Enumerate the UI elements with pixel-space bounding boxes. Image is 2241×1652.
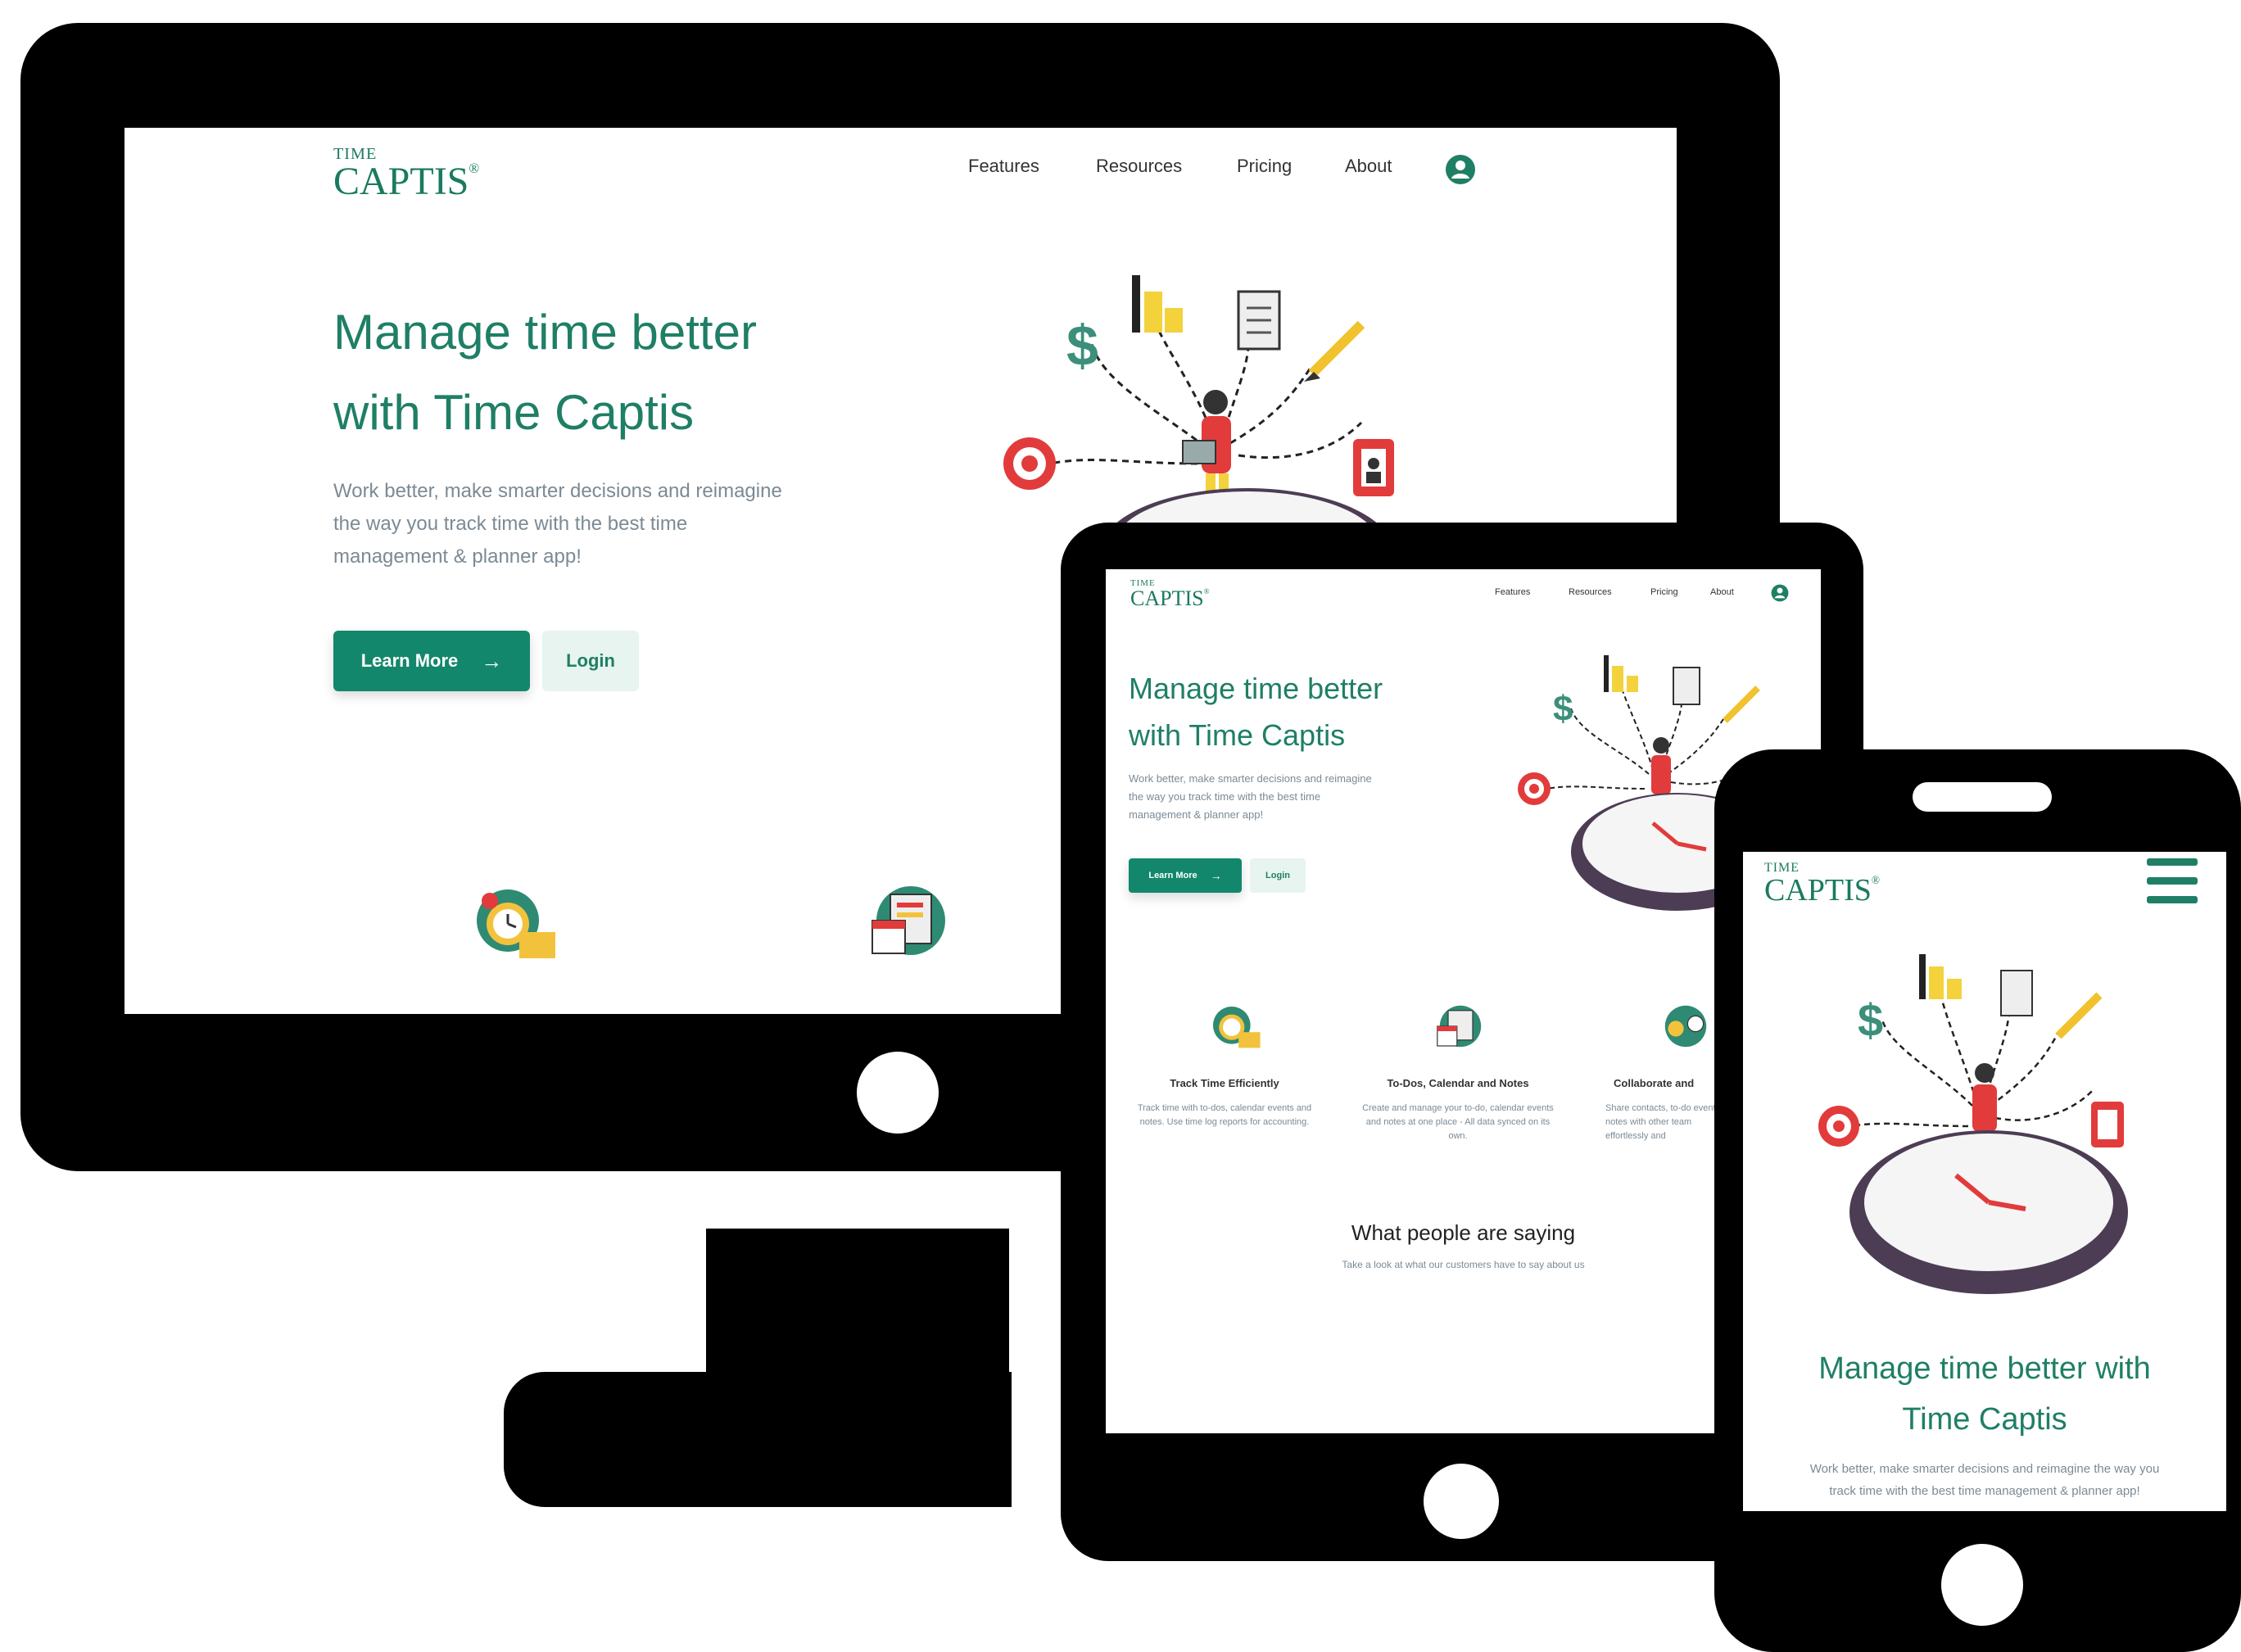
- user-circle-icon[interactable]: [1771, 584, 1789, 602]
- learn-more-button[interactable]: Learn More →: [1129, 858, 1242, 893]
- hero-subtitle-line3: management & planner app!: [333, 545, 582, 568]
- tablet-logo[interactable]: TIME CAPTIS®: [1130, 579, 1210, 609]
- feature-text-todos: Create and manage your to-do, calendar e…: [1362, 1103, 1554, 1141]
- dollar-icon: $: [1858, 994, 1883, 1046]
- logo-mark: ®: [1871, 873, 1881, 886]
- hero-subtitle-line3: management & planner app!: [1129, 808, 1264, 821]
- hero-subtitle-line1: Work better, make smarter decisions and …: [1129, 772, 1372, 785]
- logo-mark: ®: [469, 161, 480, 177]
- desktop-logo[interactable]: TIME CAPTIS®: [333, 146, 479, 201]
- dollar-icon: $: [1553, 689, 1573, 729]
- hero-title-line2: with Time Captis: [1129, 718, 1346, 752]
- arrow-right-icon: →: [1210, 869, 1222, 882]
- feature-title-track: Track Time Efficiently: [1170, 1077, 1279, 1089]
- hamburger-menu-icon[interactable]: [2147, 858, 2198, 904]
- monitor-power-button: [857, 1052, 939, 1134]
- logo-word: CAPTIS: [1764, 872, 1872, 907]
- calendar-notes-icon: [872, 886, 945, 955]
- feature-title-todos: To-Dos, Calendar and Notes: [1387, 1077, 1529, 1089]
- logo-word: CAPTIS: [1130, 586, 1204, 610]
- tablet-home-button: [1424, 1464, 1499, 1539]
- phone-hero-title-line2: Time Captis: [1902, 1402, 2067, 1437]
- nav-resources[interactable]: Resources: [1569, 587, 1612, 597]
- arrow-right-icon: →: [481, 648, 503, 673]
- phone-screen: TIME CAPTIS® $ Manage time better with T…: [1743, 852, 2226, 1511]
- login-button[interactable]: Login: [1250, 858, 1306, 893]
- monitor-stand-base: [504, 1372, 1012, 1507]
- nav-about[interactable]: About: [1345, 156, 1392, 177]
- phone-home-button: [1941, 1544, 2023, 1626]
- clock-folder-icon: [1213, 1007, 1261, 1048]
- feature-text-track: Track time with to-dos, calendar events …: [1137, 1103, 1312, 1127]
- hero-title-line1: Manage time better: [1129, 672, 1383, 705]
- user-circle-icon[interactable]: [1445, 154, 1476, 185]
- hero-illustration: $: [1818, 954, 2128, 1294]
- logo-big-text: CAPTIS®: [333, 160, 480, 204]
- nav-pricing[interactable]: Pricing: [1650, 587, 1678, 597]
- nav-resources[interactable]: Resources: [1096, 156, 1182, 177]
- calendar-notes-icon: [1437, 1005, 1482, 1048]
- dollar-icon: $: [1066, 314, 1098, 378]
- hero-title-line2: with Time Captis: [333, 385, 695, 440]
- phone-speaker: [1913, 782, 2052, 812]
- hero-subtitle-line2: the way you track time with the best tim…: [1129, 790, 1321, 803]
- logo-big-text: CAPTIS®: [1130, 586, 1210, 610]
- logo-word: CAPTIS: [333, 160, 469, 204]
- logo-big-text: CAPTIS®: [1764, 875, 1880, 906]
- clock-folder-icon: [477, 889, 555, 958]
- nav-features[interactable]: Features: [1495, 587, 1530, 597]
- logo-mark: ®: [1203, 586, 1210, 595]
- login-button[interactable]: Login: [542, 631, 639, 691]
- learn-more-button[interactable]: Learn More →: [333, 631, 530, 691]
- hero-title-line1: Manage time better: [333, 305, 757, 360]
- hero-subtitle-line2: the way you track time with the best tim…: [333, 513, 688, 535]
- nav-features[interactable]: Features: [968, 156, 1039, 177]
- phone-hero-subtitle-line1: Work better, make smarter decisions and …: [1809, 1462, 2160, 1476]
- hero-subtitle-line1: Work better, make smarter decisions and …: [333, 480, 782, 502]
- phone-logo[interactable]: TIME CAPTIS®: [1764, 862, 1880, 906]
- nav-pricing[interactable]: Pricing: [1237, 156, 1292, 177]
- phone-hero-title-line1: Manage time better with: [1818, 1351, 2151, 1386]
- learn-more-label: Learn More: [1148, 871, 1197, 880]
- learn-more-label: Learn More: [360, 650, 459, 671]
- feature-text-collaborate: Share contacts, to-do events, notes with…: [1605, 1103, 1723, 1141]
- collaborate-icon: [1664, 1005, 1707, 1048]
- phone-hero-subtitle-line2: track time with the best time management…: [1829, 1484, 2140, 1498]
- nav-about[interactable]: About: [1710, 587, 1734, 597]
